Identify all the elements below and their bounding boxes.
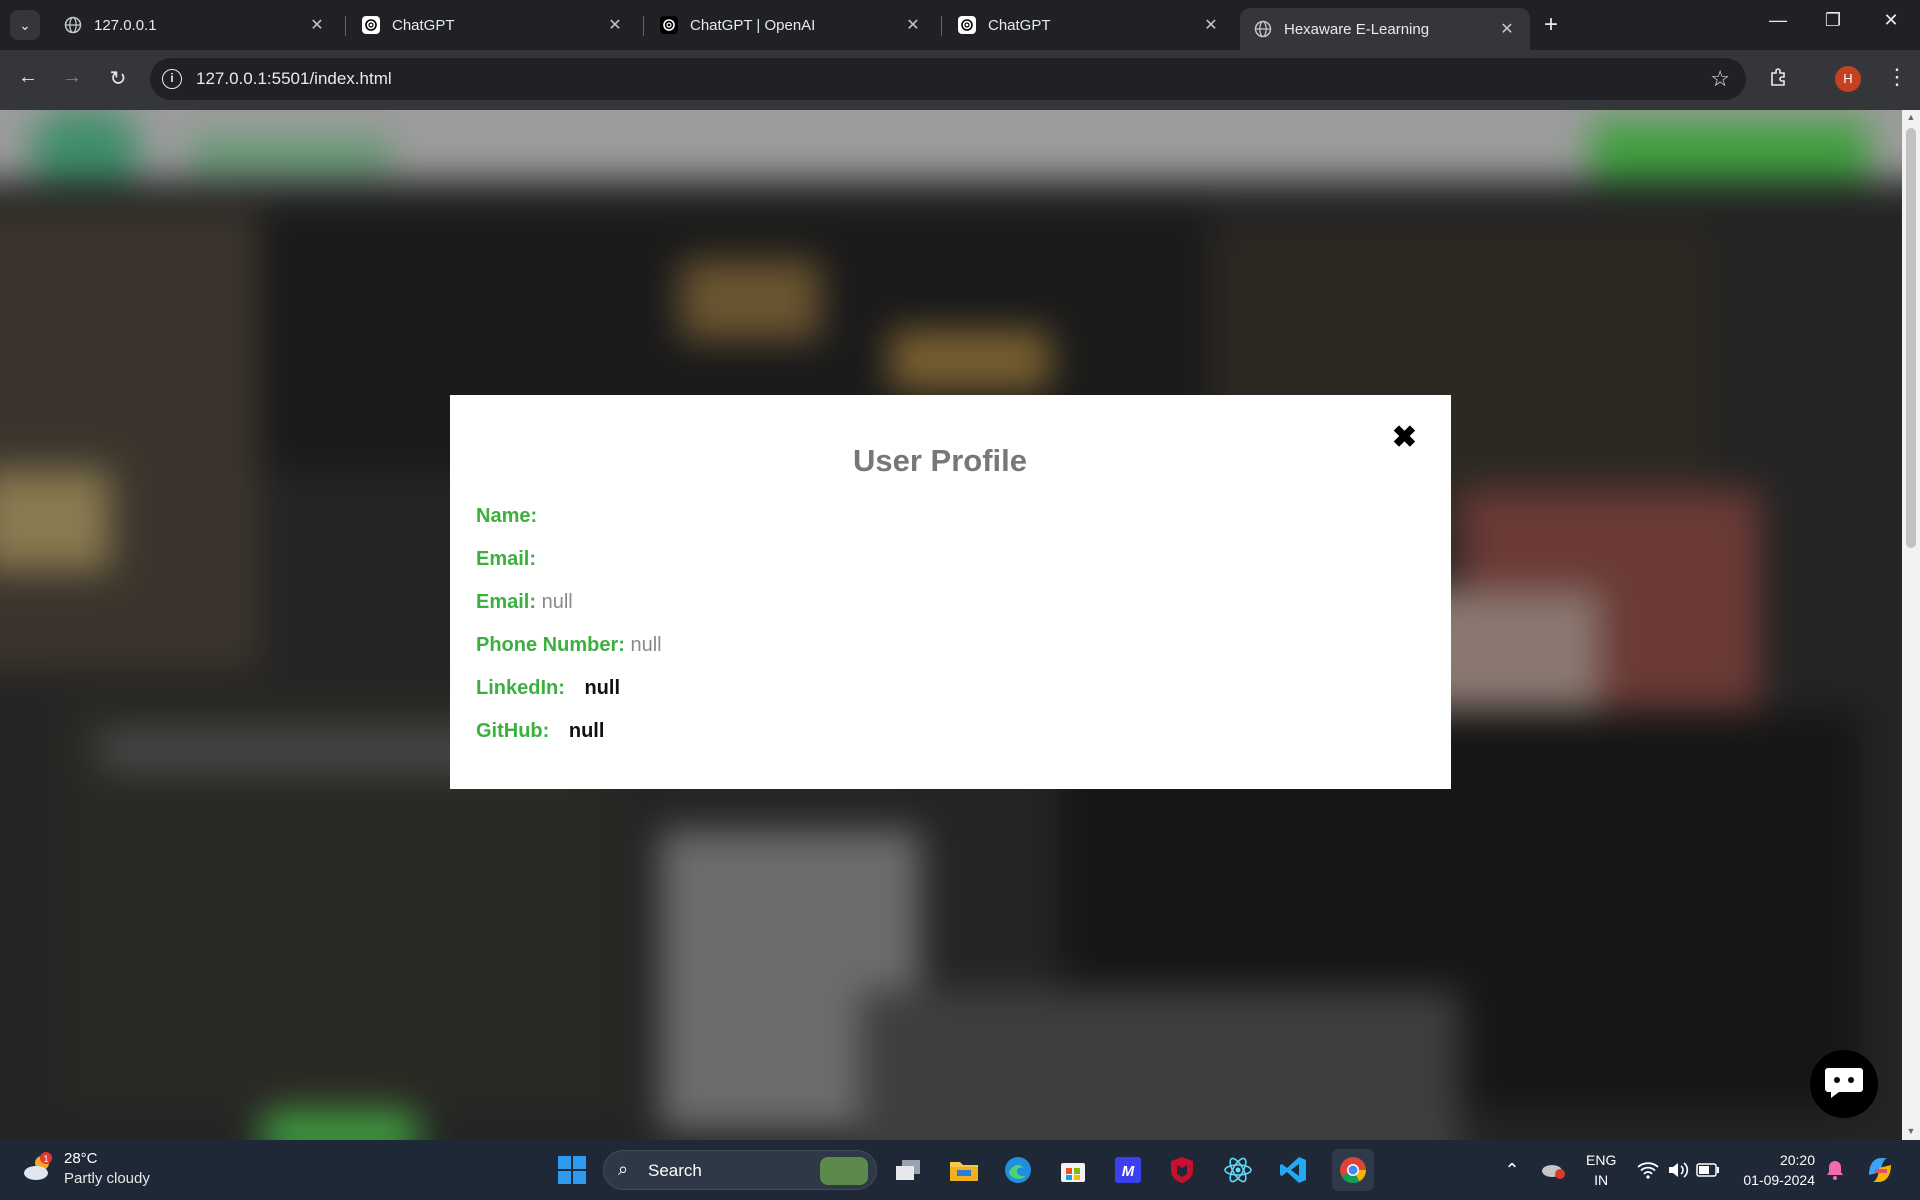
address-bar[interactable]: i 127.0.0.1:5501/index.html ☆ (150, 58, 1746, 100)
tab-divider (941, 16, 942, 36)
close-tab-icon[interactable]: ✕ (308, 15, 326, 35)
svg-text:1: 1 (43, 1154, 48, 1164)
profile-field-linkedin: LinkedIn: null (476, 677, 620, 700)
tab-search-button[interactable]: ⌄ (10, 10, 40, 40)
tab-title: Hexaware E-Learning (1284, 20, 1430, 38)
volume-icon[interactable] (1662, 1154, 1694, 1186)
wifi-icon[interactable] (1632, 1154, 1664, 1186)
profile-field-email-2: Email: null (476, 591, 573, 614)
field-value: null (541, 591, 573, 613)
tab-1[interactable]: 127.0.0.1 ✕ (50, 8, 340, 42)
battery-icon[interactable] (1692, 1154, 1724, 1186)
extensions-icon[interactable] (1768, 66, 1790, 94)
field-value: null (568, 720, 605, 742)
tab-title: ChatGPT (988, 16, 1051, 34)
file-explorer-icon[interactable] (948, 1154, 980, 1186)
field-label: LinkedIn: (476, 677, 565, 699)
scrollbar-thumb[interactable] (1906, 128, 1916, 548)
taskbar-search[interactable]: ⌕ Search (603, 1150, 877, 1190)
app-m-icon[interactable]: M (1112, 1154, 1144, 1186)
back-icon[interactable]: ← (14, 66, 42, 89)
user-profile-modal: ✖ User Profile Name: Email: Email: null … (450, 395, 1451, 789)
reload-icon[interactable]: ↻ (104, 66, 132, 91)
field-value: null (584, 677, 620, 699)
close-window-icon[interactable]: ✕ (1871, 10, 1911, 31)
tab-3[interactable]: ChatGPT | OpenAI ✕ (646, 8, 936, 42)
profile-field-github: GitHub: null (476, 720, 604, 743)
tab-divider (345, 16, 346, 36)
tab-2[interactable]: ChatGPT ✕ (348, 8, 638, 42)
notification-bell-icon[interactable] (1819, 1154, 1851, 1186)
tab-strip: ⌄ 127.0.0.1 ✕ ChatGPT ✕ ChatGPT | OpenAI… (0, 0, 1920, 50)
windows-start-icon[interactable] (556, 1154, 588, 1186)
weather-description[interactable]: Partly cloudy (64, 1170, 150, 1187)
scroll-down-arrow[interactable]: ▼ (1906, 1126, 1916, 1136)
profile-field-email: Email: (476, 548, 536, 571)
tab-5-active[interactable]: Hexaware E-Learning ✕ (1240, 8, 1530, 50)
weather-temperature[interactable]: 28°C (64, 1150, 98, 1167)
tab-title: ChatGPT (392, 16, 455, 34)
openai-icon (660, 16, 678, 34)
profile-field-name: Name: (476, 505, 537, 528)
tab-title: 127.0.0.1 (94, 16, 157, 34)
language-code: ENG (1586, 1152, 1617, 1168)
globe-icon (1254, 20, 1272, 38)
system-clock[interactable]: 20:20 01-09-2024 (1735, 1150, 1815, 1190)
clock-date: 01-09-2024 (1743, 1172, 1815, 1188)
task-view-icon[interactable] (892, 1154, 924, 1186)
chevron-down-icon: ⌄ (19, 16, 31, 33)
weather-partly-cloudy-icon[interactable]: 1 (22, 1152, 56, 1182)
menu-kebab-icon[interactable]: ⋮ (1886, 64, 1908, 90)
page-scrollbar[interactable]: ▲ ▼ (1902, 110, 1920, 1140)
url-text[interactable]: 127.0.0.1:5501/index.html (196, 69, 392, 89)
chatgpt-icon (362, 16, 380, 34)
tray-chevron-up-icon[interactable]: ⌃ (1496, 1154, 1528, 1186)
restore-icon[interactable]: ❐ (1813, 10, 1853, 31)
mcafee-shield-icon[interactable] (1166, 1154, 1198, 1186)
profile-field-phone: Phone Number: null (476, 634, 662, 657)
field-label: Email: (476, 591, 537, 613)
close-tab-icon[interactable]: ✕ (1202, 15, 1220, 35)
edge-browser-icon[interactable] (1002, 1154, 1034, 1186)
browser-toolbar: ← → ↻ i 127.0.0.1:5501/index.html ☆ H ⋮ (0, 50, 1920, 110)
copilot-icon[interactable] (1864, 1154, 1896, 1186)
forward-icon[interactable]: → (58, 66, 86, 89)
search-icon: ⌕ (618, 1159, 629, 1179)
language-indicator[interactable]: ENG IN (1586, 1150, 1616, 1190)
field-label: Phone Number: (476, 634, 625, 656)
search-highlight-image (820, 1157, 868, 1185)
tab-title: ChatGPT | OpenAI (690, 16, 816, 34)
minimize-icon[interactable]: — (1758, 10, 1798, 31)
close-tab-icon[interactable]: ✕ (1498, 19, 1516, 39)
tab-divider (643, 16, 644, 36)
new-tab-button[interactable]: + (1544, 12, 1558, 38)
microsoft-store-icon[interactable] (1057, 1154, 1089, 1186)
modal-title: User Profile (852, 443, 1027, 478)
chatbot-button[interactable] (1810, 1050, 1878, 1118)
clock-time: 20:20 (1779, 1152, 1815, 1168)
field-value: null (630, 634, 662, 656)
react-atom-icon[interactable] (1222, 1154, 1254, 1186)
windows-taskbar: 1 28°C Partly cloudy ⌕ Search M ⌃ ENG IN… (0, 1140, 1920, 1200)
close-tab-icon[interactable]: ✕ (606, 15, 624, 35)
field-label: Email: (476, 548, 537, 570)
profile-avatar[interactable]: H (1835, 66, 1861, 92)
taskbar-search-label: Search (648, 1161, 702, 1180)
field-label: GitHub: (476, 720, 550, 742)
bookmark-star-icon[interactable]: ☆ (1710, 66, 1730, 92)
svg-text:M: M (1122, 1163, 1135, 1180)
chrome-icon[interactable] (1332, 1149, 1374, 1191)
close-tab-icon[interactable]: ✕ (904, 15, 922, 35)
field-label: Name: (476, 505, 538, 527)
tab-4[interactable]: ChatGPT ✕ (944, 8, 1234, 42)
language-region: IN (1594, 1172, 1609, 1188)
chat-bubble-icon (1823, 1064, 1865, 1105)
chatgpt-icon (958, 16, 976, 34)
scroll-up-arrow[interactable]: ▲ (1906, 112, 1916, 122)
vscode-icon[interactable] (1277, 1154, 1309, 1186)
onedrive-error-icon[interactable] (1537, 1154, 1569, 1186)
globe-icon (64, 16, 82, 34)
site-info-icon[interactable]: i (162, 69, 182, 89)
